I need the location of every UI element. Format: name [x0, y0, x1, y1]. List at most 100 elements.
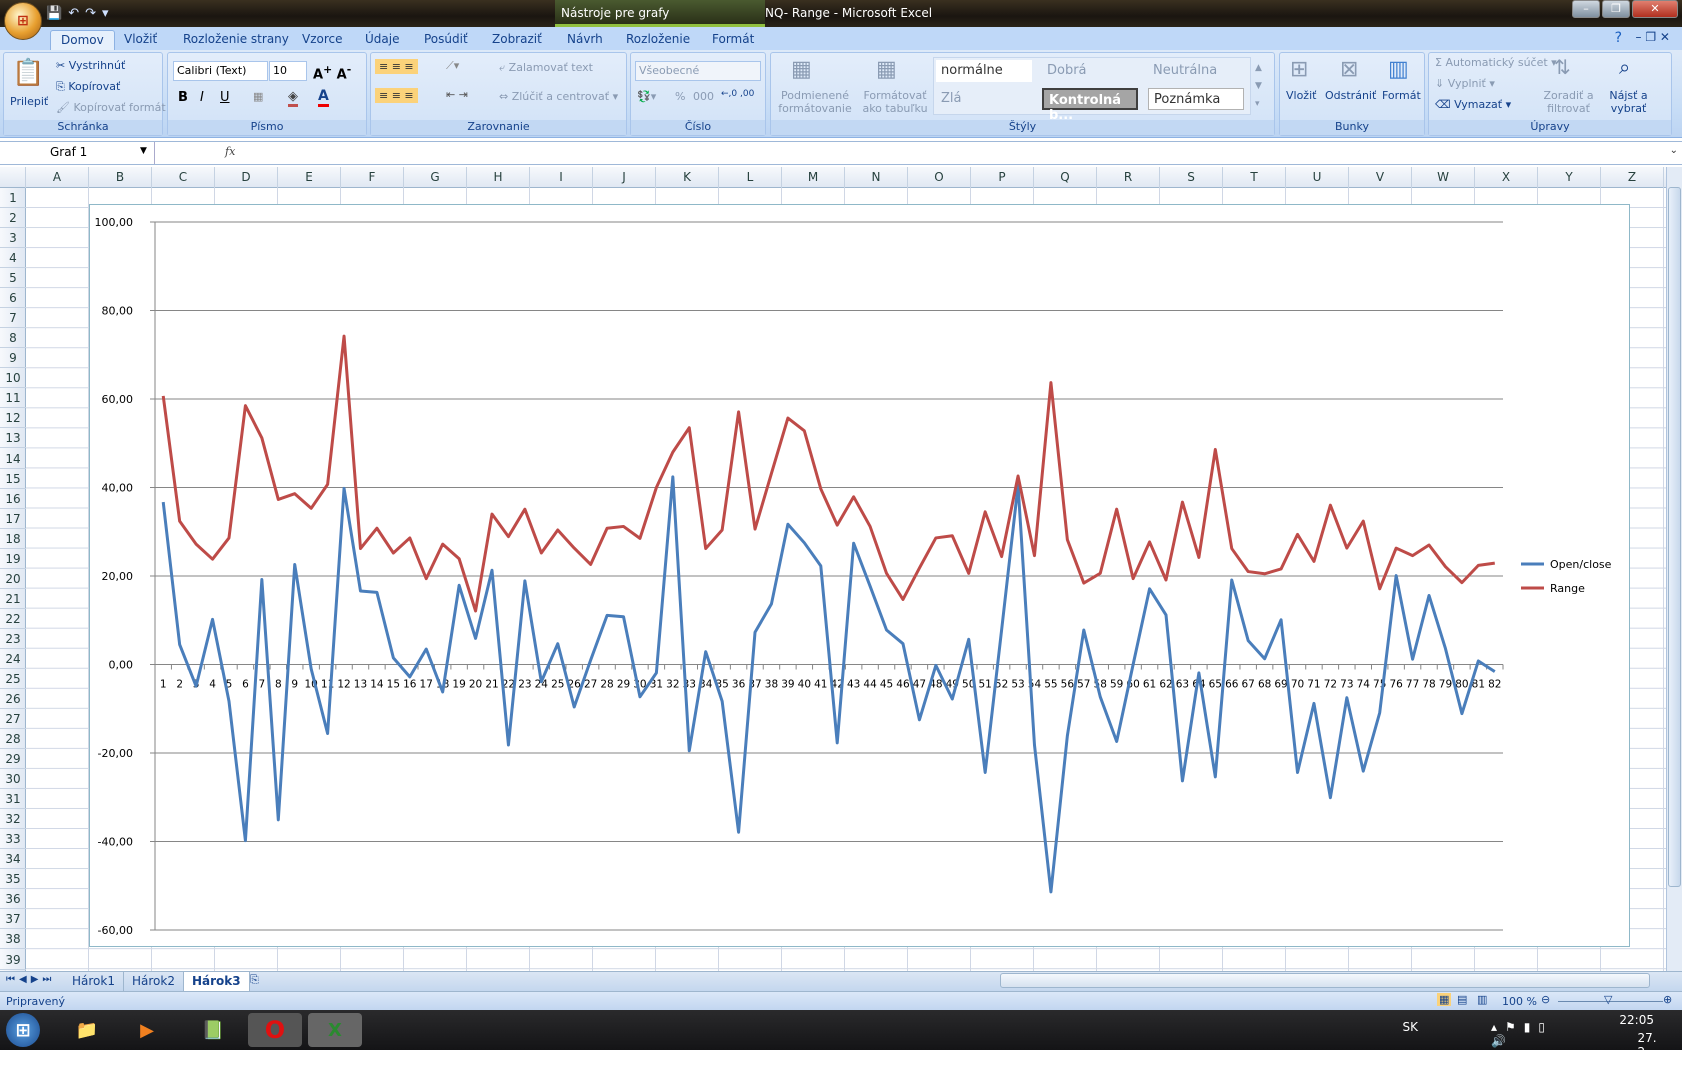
vertical-scroll-thumb[interactable]	[1668, 187, 1681, 887]
column-header[interactable]: F	[341, 167, 404, 188]
thousands-button[interactable]: 000	[693, 90, 714, 103]
borders-icon[interactable]: ▦	[253, 90, 263, 103]
row-header[interactable]: 11	[0, 388, 26, 408]
row-header[interactable]: 4	[0, 248, 26, 268]
row-header[interactable]: 17	[0, 509, 26, 529]
row-header[interactable]: 8	[0, 328, 26, 348]
opera-icon[interactable]: O	[248, 1013, 302, 1047]
column-header[interactable]: H	[467, 167, 530, 188]
format-painter-button[interactable]: 🖌 Kopírovať formát	[56, 101, 166, 114]
row-header[interactable]: 37	[0, 909, 26, 929]
column-header[interactable]: A	[26, 167, 89, 188]
row-header[interactable]: 7	[0, 308, 26, 328]
tab-vlozit[interactable]: Vložiť	[124, 30, 157, 50]
decimal-icons[interactable]: ←,0 ,00	[721, 89, 754, 99]
row-header[interactable]: 2	[0, 208, 26, 228]
sheet-tab-harok2[interactable]: Hárok2	[124, 972, 184, 991]
normal-view-icon[interactable]: ▦	[1437, 993, 1451, 1006]
row-header[interactable]: 23	[0, 629, 26, 649]
row-header[interactable]: 29	[0, 749, 26, 769]
row-header[interactable]: 25	[0, 669, 26, 689]
insert-function-button[interactable]: fx	[225, 145, 235, 158]
merge-center-button[interactable]: ⇔ Zlúčiť a centrovať ▾	[499, 90, 618, 103]
zoom-in-icon[interactable]: ⊕	[1663, 993, 1672, 1006]
row-header[interactable]: 6	[0, 288, 26, 308]
name-box[interactable]: Graf 1	[0, 142, 155, 164]
indent-icon[interactable]: ⇤ ⇥	[446, 88, 468, 101]
row-header[interactable]: 38	[0, 929, 26, 949]
column-header[interactable]: P	[971, 167, 1034, 188]
row-header[interactable]: 18	[0, 529, 26, 549]
column-header[interactable]: D	[215, 167, 278, 188]
formula-input[interactable]	[245, 142, 1655, 164]
media-player-icon[interactable]: ▶	[130, 1013, 164, 1047]
explorer-icon[interactable]: 📁	[70, 1013, 104, 1047]
clear-button[interactable]: ⌫ Vymazať ▾	[1435, 98, 1511, 111]
row-header[interactable]: 30	[0, 769, 26, 789]
row-header[interactable]: 15	[0, 469, 26, 489]
row-header[interactable]: 34	[0, 849, 26, 869]
tab-navrh[interactable]: Návrh	[567, 30, 603, 50]
style-normal[interactable]: normálne	[936, 60, 1032, 82]
font-name-select[interactable]: Calibri (Text)	[173, 61, 268, 81]
sheet-tab-harok3[interactable]: Hárok3	[184, 972, 250, 991]
column-header[interactable]: N	[845, 167, 908, 188]
delete-cells-button[interactable]: Odstrániť	[1325, 89, 1376, 102]
font-size-select[interactable]: 10	[269, 61, 307, 81]
sort-filter-button[interactable]: Zoradiť a filtrovať	[1541, 89, 1596, 115]
tab-posudit[interactable]: Posúdiť	[424, 30, 468, 50]
column-header[interactable]: W	[1412, 167, 1475, 188]
dictionary-app-icon[interactable]: 📗	[196, 1013, 230, 1047]
fill-color-icon[interactable]: ◈	[288, 89, 298, 107]
style-note[interactable]: Poznámka	[1148, 88, 1244, 110]
clock-date[interactable]: 27. 2. 2012	[1637, 1031, 1668, 1073]
column-header[interactable]: G	[404, 167, 467, 188]
column-header[interactable]: K	[656, 167, 719, 188]
row-header[interactable]: 1	[0, 188, 26, 208]
name-box-dropdown-icon[interactable]: ▼	[140, 146, 147, 156]
fill-button[interactable]: ⇓ Vyplniť ▾	[1435, 77, 1495, 90]
row-header[interactable]: 3	[0, 228, 26, 248]
underline-button[interactable]: U	[220, 90, 230, 105]
column-header[interactable]: U	[1286, 167, 1349, 188]
sheet-tab-harok1[interactable]: Hárok1	[64, 972, 124, 991]
help-icon[interactable]: ?	[1615, 30, 1622, 46]
column-header[interactable]: Z	[1601, 167, 1664, 188]
style-check-cell[interactable]: Kontrolná b...	[1042, 88, 1138, 110]
grow-font-icon[interactable]: A+ A-	[313, 63, 351, 82]
language-indicator[interactable]: SK	[1403, 1020, 1419, 1034]
font-color-icon[interactable]: A	[318, 88, 329, 107]
wrap-text-button[interactable]: ⤶ Zalamovať text	[499, 61, 593, 75]
horizontal-scrollbar[interactable]	[1000, 973, 1650, 988]
row-header[interactable]: 16	[0, 489, 26, 509]
excel-taskbar-icon[interactable]: X	[308, 1013, 362, 1047]
format-as-table-button[interactable]: Formátovať ako tabuľku	[855, 89, 935, 115]
column-header[interactable]: S	[1160, 167, 1223, 188]
row-header[interactable]: 39	[0, 950, 26, 970]
row-header[interactable]: 36	[0, 889, 26, 909]
row-header[interactable]: 10	[0, 368, 26, 388]
clock-time[interactable]: 22:05	[1619, 1013, 1654, 1027]
style-bad[interactable]: Zlá	[936, 88, 1032, 110]
column-header[interactable]: M	[782, 167, 845, 188]
column-header[interactable]: I	[530, 167, 593, 188]
zoom-out-icon[interactable]: ⊖	[1541, 993, 1550, 1006]
column-header[interactable]: O	[908, 167, 971, 188]
column-header[interactable]: E	[278, 167, 341, 188]
row-header[interactable]: 22	[0, 609, 26, 629]
close-icon[interactable]: ✕	[1632, 0, 1678, 18]
row-header[interactable]: 13	[0, 428, 26, 448]
cut-button[interactable]: ✂ Vystrihnúť	[56, 59, 125, 72]
row-header[interactable]: 28	[0, 729, 26, 749]
zoom-level[interactable]: 100 %	[1502, 995, 1537, 1008]
row-header[interactable]: 33	[0, 829, 26, 849]
align-top-icon[interactable]: ≡ ≡ ≡	[375, 59, 418, 74]
align-left-icon[interactable]: ≡ ≡ ≡	[375, 88, 418, 103]
restore-icon[interactable]: ❐	[1602, 0, 1630, 18]
tab-zobrazit[interactable]: Zobraziť	[492, 30, 542, 50]
number-format-select[interactable]: Všeobecné	[635, 61, 761, 81]
minimize-icon[interactable]: –	[1572, 0, 1600, 18]
gallery-scroll-icon[interactable]: ▲▼▾	[1255, 59, 1262, 113]
row-header[interactable]: 20	[0, 569, 26, 589]
autosum-button[interactable]: Σ Automatický súčet ▾	[1435, 56, 1557, 69]
